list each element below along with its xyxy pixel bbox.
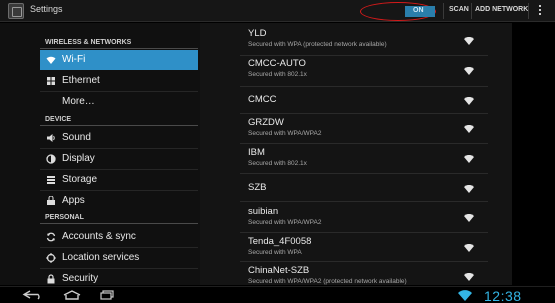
action-separator [528,3,529,19]
network-security: Secured with WPA/WPA2 (protected network… [248,278,407,285]
network-item-szb[interactable]: SZB [248,182,488,193]
sidebar-item-label: Location services [62,252,140,263]
overflow-menu-icon[interactable] [537,4,543,18]
sidebar-item-accounts-sync[interactable]: Accounts & sync [40,227,198,247]
divider [240,232,488,233]
wifi-signal-lock-icon [464,273,474,281]
network-security: Secured with 802.1x [248,71,307,78]
wifi-status-icon [458,290,472,301]
network-security: Secured with WPA (protected network avai… [248,41,387,48]
sidebar-item-display[interactable]: Display [40,149,198,169]
network-security: Secured with WPA/WPA2 [248,130,322,137]
location-icon [46,253,56,263]
lock-icon [47,274,55,284]
divider [240,143,488,144]
display-icon [46,154,56,164]
section-divider [40,48,198,49]
sidebar-item-label: Apps [62,195,85,206]
system-navigation-bar: 12:38 [0,286,555,303]
network-name: CMCC [248,94,277,105]
network-name: suibian [248,206,279,217]
sidebar-item-label: Storage [62,174,98,185]
add-network-button[interactable]: ADD NETWORK [475,6,528,13]
action-separator [443,3,444,19]
sidebar-item-storage[interactable]: Storage [40,170,198,190]
sync-icon [46,232,56,242]
network-name: ChinaNet-SZB [248,265,310,276]
action-bar: Settings ON SCAN ADD NETWORK [0,0,555,22]
network-security: Secured with WPA/WPA2 [248,219,322,226]
divider [240,113,488,114]
divider [240,261,488,262]
network-name: Tenda_4F0058 [248,236,312,247]
network-name: SZB [248,182,267,193]
sidebar-item-wifi[interactable]: Wi-Fi [40,50,198,70]
network-item-cmcc-auto[interactable]: CMCC-AUTO Secured with 802.1x [248,58,488,78]
wifi-signal-lock-icon [464,214,474,222]
sidebar-item-label: Wi-Fi [62,54,86,65]
network-item-tenda[interactable]: Tenda_4F0058 Secured with WPA [248,236,488,256]
clock: 12:38 [484,288,522,303]
network-name: YLD [248,28,267,39]
sidebar-item-label: Security [62,273,99,284]
settings-app-icon[interactable] [8,3,24,19]
action-separator [471,3,472,19]
home-icon[interactable] [62,290,82,300]
sidebar-item-label: Sound [62,132,91,143]
section-divider [40,125,198,126]
network-name: GRZDW [248,117,284,128]
sidebar-item-sound[interactable]: Sound [40,128,198,148]
network-item-ibm[interactable]: IBM Secured with 802.1x [248,147,488,167]
wifi-signal-icon [464,97,474,105]
section-header-device: DEVICE [45,116,72,123]
wifi-signal-lock-icon [464,67,474,75]
wifi-icon [46,56,56,64]
storage-icon [47,176,55,184]
network-item-cmcc[interactable]: CMCC [248,94,488,105]
network-security: Secured with WPA [248,249,302,256]
wifi-toggle-label: ON [413,7,424,14]
apps-icon [47,196,55,205]
wifi-signal-lock-icon [464,125,474,133]
network-security: Secured with 802.1x [248,160,307,167]
app-title: Settings [30,4,63,14]
network-item-chinanet-szb[interactable]: ChinaNet-SZB Secured with WPA/WPA2 (prot… [248,265,488,285]
network-item-suibian[interactable]: suibian Secured with WPA/WPA2 [248,206,488,226]
wifi-signal-icon [464,185,474,193]
sidebar-item-label: Display [62,153,95,164]
divider [240,86,488,87]
divider [240,173,488,174]
network-item-grzdw[interactable]: GRZDW Secured with WPA/WPA2 [248,117,488,137]
sidebar-item-label: Ethernet [62,75,100,86]
sidebar-item-label: Accounts & sync [62,231,136,242]
wifi-signal-lock-icon [464,37,474,45]
network-name: CMCC-AUTO [248,58,306,69]
wifi-signal-lock-icon [464,244,474,252]
sidebar-item-apps[interactable]: Apps [40,191,198,211]
network-name: IBM [248,147,265,158]
wifi-toggle[interactable]: ON [405,6,435,17]
recent-apps-icon[interactable] [100,290,116,300]
divider [240,201,488,202]
sidebar-item-more[interactable]: More… [40,92,198,112]
back-icon[interactable] [22,290,44,300]
speaker-icon [47,134,55,142]
sidebar-item-location[interactable]: Location services [40,248,198,268]
divider [240,55,488,56]
ethernet-icon [47,77,55,85]
section-header-personal: PERSONAL [45,214,84,221]
sidebar-item-label: More… [62,96,95,107]
scan-button[interactable]: SCAN [449,6,469,13]
wifi-signal-lock-icon [464,155,474,163]
sidebar-item-ethernet[interactable]: Ethernet [40,71,198,91]
network-item-yld[interactable]: YLD Secured with WPA (protected network … [248,28,488,48]
section-header-wireless: WIRELESS & NETWORKS [45,39,132,46]
section-divider [40,223,198,224]
